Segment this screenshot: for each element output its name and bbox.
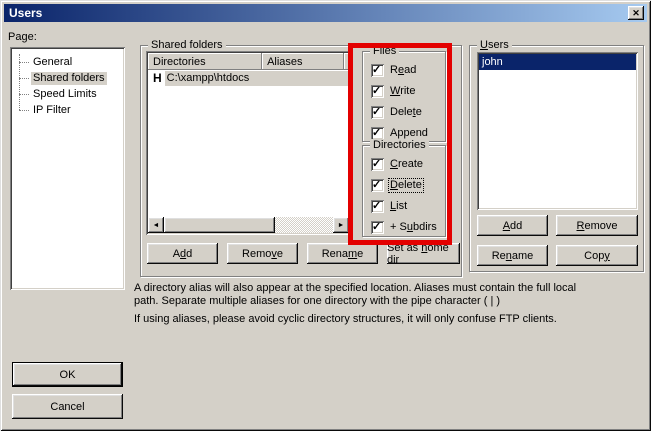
directories-group-label: Directories xyxy=(370,139,429,152)
remove-user-button-label: Remove xyxy=(577,220,618,232)
set-as-home-dir-button[interactable]: Set as home dir xyxy=(387,243,460,264)
sidebar-item-general[interactable]: General xyxy=(10,54,123,70)
scroll-left-button[interactable]: ◄ xyxy=(148,217,164,233)
close-button[interactable]: ✕ xyxy=(628,6,644,20)
cancel-button-label: Cancel xyxy=(50,401,84,413)
checkbox-read[interactable]: Read xyxy=(371,63,417,77)
copy-user-button-label: Copy xyxy=(584,250,610,262)
column-header-filler xyxy=(344,53,349,70)
arrow-right-icon: ► xyxy=(338,222,345,229)
window-title: Users xyxy=(9,6,42,20)
set-as-home-dir-button-label: Set as home dir xyxy=(387,242,460,266)
checkbox-delete-dirs[interactable]: Delete xyxy=(371,178,423,192)
sidebar-item-ip-filter[interactable]: IP Filter xyxy=(10,102,123,118)
add-folder-button-label: Add xyxy=(173,248,193,260)
add-user-button-label: Add xyxy=(503,220,523,232)
horizontal-scrollbar[interactable]: ◄ ► xyxy=(148,217,349,233)
sidebar-item-shared-folders[interactable]: Shared folders xyxy=(10,70,123,86)
checkbox-delete-files-label: Delete xyxy=(389,106,423,119)
sidebar-item-label: IP Filter xyxy=(31,104,73,117)
remove-folder-button[interactable]: Remove xyxy=(227,243,298,264)
checkbox-read-label: Read xyxy=(389,64,417,77)
copy-user-button[interactable]: Copy xyxy=(556,245,638,266)
directory-cell: C:\xampp\htdocs xyxy=(165,71,349,86)
cancel-button[interactable]: Cancel xyxy=(12,394,123,419)
rename-folder-button[interactable]: Rename xyxy=(307,243,378,264)
list-item-user-john[interactable]: john xyxy=(479,54,636,70)
checkbox-subdirs-label: + Subdirs xyxy=(389,221,438,234)
page-listbox: General Shared folders Speed Limits IP F… xyxy=(10,47,125,290)
ok-button[interactable]: OK xyxy=(12,362,123,387)
shared-folders-listview: Directories Aliases H C:\xampp\htdocs ◄ … xyxy=(146,51,351,235)
checkbox-checked-icon xyxy=(371,106,384,119)
checkbox-write[interactable]: Write xyxy=(371,84,416,98)
remove-folder-button-label: Remove xyxy=(242,248,283,260)
checkbox-list[interactable]: List xyxy=(371,199,408,213)
checkbox-checked-icon xyxy=(371,221,384,234)
checkbox-checked-icon xyxy=(371,64,384,77)
scrollbar-thumb[interactable] xyxy=(164,217,275,233)
checkbox-checked-icon xyxy=(371,200,384,213)
rename-user-button[interactable]: Rename xyxy=(477,245,548,266)
listview-header: Directories Aliases xyxy=(148,53,349,70)
checkbox-append[interactable]: Append xyxy=(371,126,429,140)
arrow-left-icon: ◄ xyxy=(153,222,160,229)
sidebar-item-label: General xyxy=(31,56,74,69)
titlebar: Users ✕ xyxy=(4,4,647,22)
rename-user-button-label: Rename xyxy=(492,250,534,262)
sidebar-item-label: Speed Limits xyxy=(31,88,99,101)
checkbox-delete-dirs-label: Delete xyxy=(389,179,423,192)
checkbox-checked-icon xyxy=(371,85,384,98)
checkbox-create-label: Create xyxy=(389,158,424,171)
checkbox-checked-icon xyxy=(371,158,384,171)
users-group-label: Users xyxy=(477,39,512,52)
alias-warning-line: If using aliases, please avoid cyclic di… xyxy=(134,313,557,325)
remove-user-button[interactable]: Remove xyxy=(556,215,638,236)
checkbox-checked-icon xyxy=(371,179,384,192)
files-group: Files Read Write Delete Append xyxy=(362,51,446,142)
add-user-button[interactable]: Add xyxy=(477,215,548,236)
directories-group: Directories Create Delete List + Subdirs xyxy=(362,145,446,237)
checkbox-subdirs[interactable]: + Subdirs xyxy=(371,220,438,234)
listview-body: H C:\xampp\htdocs xyxy=(148,70,349,217)
ok-button-label: OK xyxy=(60,369,76,381)
checkbox-create[interactable]: Create xyxy=(371,157,424,171)
checkbox-checked-icon xyxy=(371,127,384,140)
column-header-aliases[interactable]: Aliases xyxy=(262,53,344,70)
checkbox-delete-files[interactable]: Delete xyxy=(371,105,423,119)
alias-description-line2: path. Separate multiple aliases for one … xyxy=(134,295,500,307)
scroll-right-button[interactable]: ► xyxy=(333,217,349,233)
users-dialog: Users ✕ Page: General Shared folders Spe… xyxy=(0,0,651,431)
files-group-label: Files xyxy=(370,45,399,58)
sidebar-item-speed-limits[interactable]: Speed Limits xyxy=(10,86,123,102)
add-folder-button[interactable]: Add xyxy=(147,243,218,264)
page-label: Page: xyxy=(8,31,37,43)
sidebar-item-label: Shared folders xyxy=(31,72,107,85)
checkbox-write-label: Write xyxy=(389,85,416,98)
home-flag: H xyxy=(148,71,165,85)
close-icon: ✕ xyxy=(632,8,640,19)
table-row[interactable]: H C:\xampp\htdocs xyxy=(148,70,349,86)
users-listbox: john xyxy=(477,52,638,210)
column-header-directories[interactable]: Directories xyxy=(148,53,262,70)
checkbox-list-label: List xyxy=(389,200,408,213)
checkbox-append-label: Append xyxy=(389,127,429,140)
rename-folder-button-label: Rename xyxy=(322,248,364,260)
alias-description-line1: A directory alias will also appear at th… xyxy=(134,282,576,294)
